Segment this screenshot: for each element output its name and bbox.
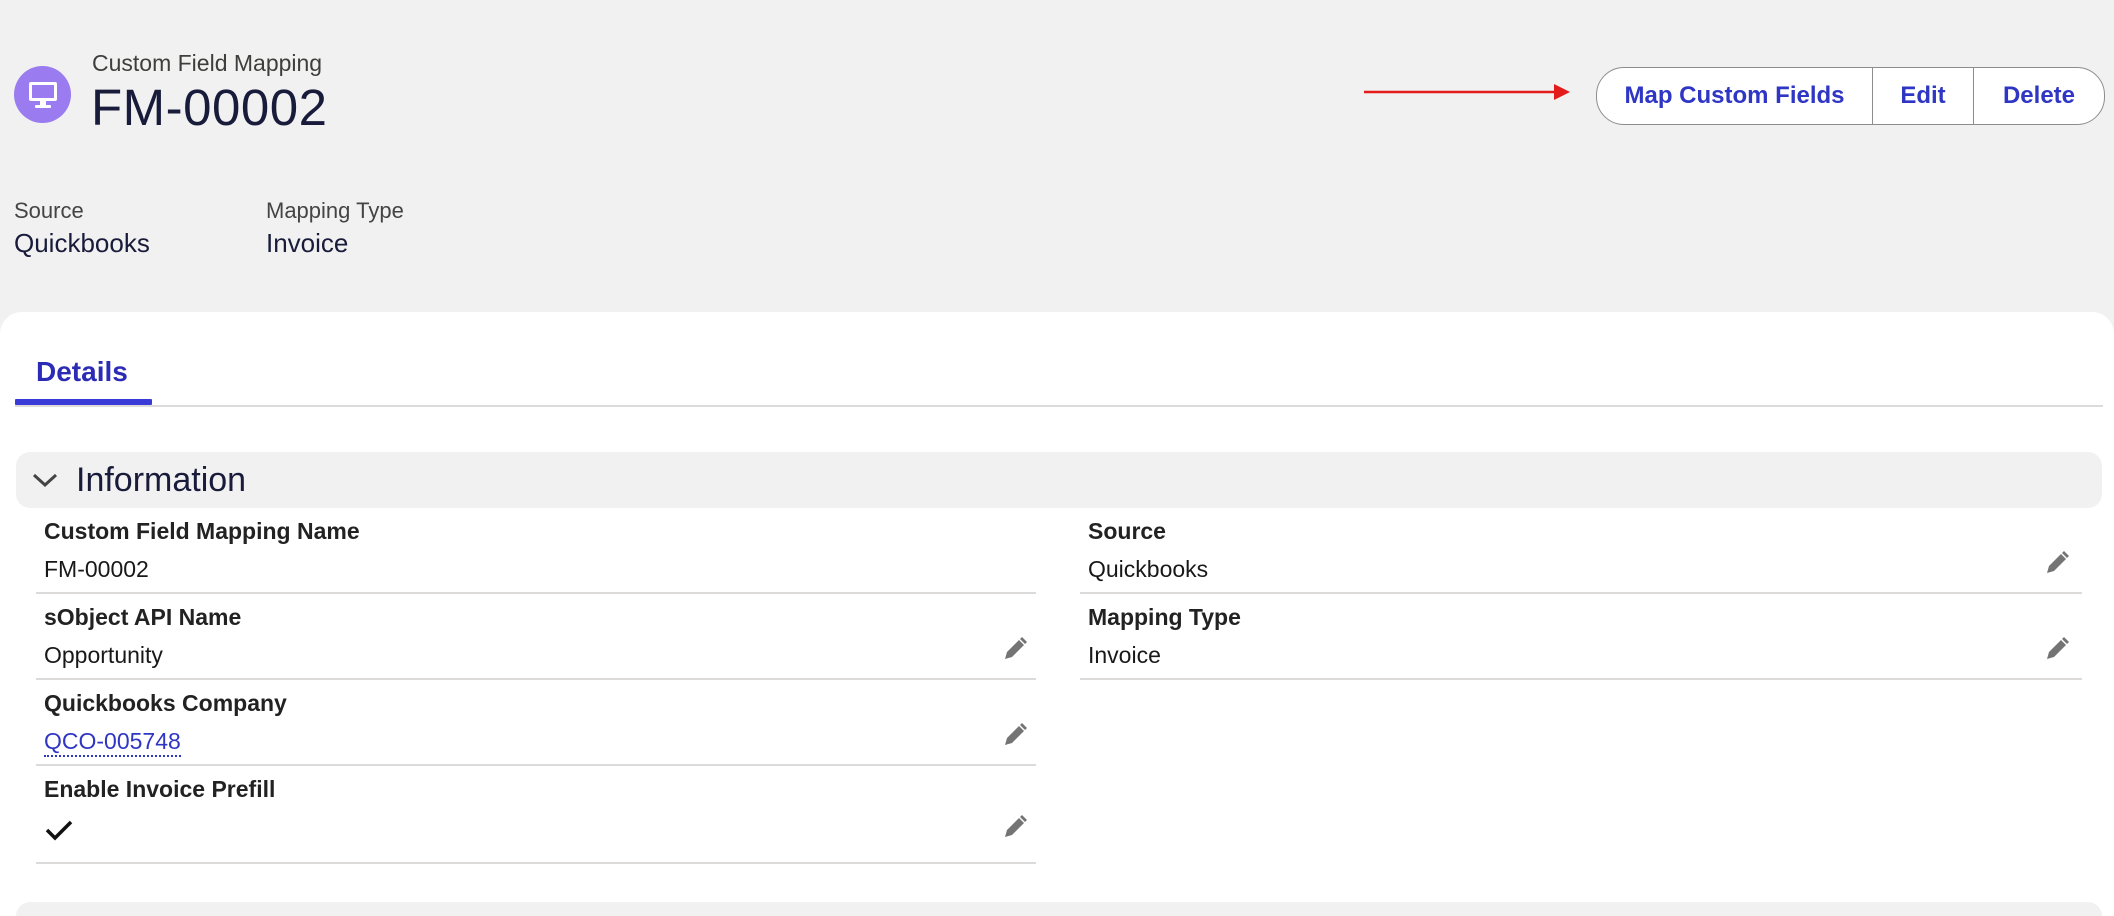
desktop-icon — [14, 66, 71, 123]
quickbooks-company-link[interactable]: QCO-005748 — [44, 728, 181, 757]
tab-divider — [15, 405, 2103, 407]
delete-button[interactable]: Delete — [1974, 68, 2104, 124]
field-value: Invoice — [1088, 642, 1161, 668]
checkmark-icon — [45, 820, 73, 841]
pencil-icon[interactable] — [2044, 550, 2070, 576]
action-button-group: Map Custom Fields Edit Delete — [1596, 67, 2105, 125]
red-arrow-annotation — [1364, 84, 1570, 100]
pencil-icon[interactable] — [1002, 814, 1028, 840]
field-enable-invoice-prefill: Enable Invoice Prefill — [36, 766, 1036, 864]
field-label: Custom Field Mapping Name — [44, 518, 360, 544]
record-page: Custom Field Mapping FM-00002 Map Custom… — [0, 0, 2114, 916]
highlight-source-label: Source — [14, 198, 84, 223]
field-label: Quickbooks Company — [44, 690, 287, 716]
field-value: QCO-005748 — [44, 728, 181, 757]
field-label: Mapping Type — [1088, 604, 1241, 630]
field-sobject-api-name: sObject API Name Opportunity — [36, 594, 1036, 680]
pencil-icon[interactable] — [1002, 722, 1028, 748]
highlight-mapping-type-value: Invoice — [266, 228, 349, 258]
edit-button[interactable]: Edit — [1873, 68, 1974, 124]
field-value: Opportunity — [44, 642, 163, 668]
page-title: FM-00002 — [91, 79, 328, 136]
field-source: Source Quickbooks — [1080, 508, 2082, 594]
section-title: Information — [76, 460, 247, 499]
field-label: Source — [1088, 518, 1166, 544]
field-value: FM-00002 — [44, 556, 149, 582]
field-quickbooks-company: Quickbooks Company QCO-005748 — [36, 680, 1036, 766]
tab-details[interactable]: Details — [36, 356, 128, 388]
pencil-icon[interactable] — [2044, 636, 2070, 662]
field-value: Quickbooks — [1088, 556, 1209, 582]
highlight-mapping-type-label: Mapping Type — [266, 198, 404, 223]
next-section-header[interactable] — [16, 902, 2102, 916]
detail-card: Details Information Custom Field Mapping… — [0, 312, 2114, 916]
chevron-down-icon — [32, 472, 58, 488]
pencil-icon[interactable] — [1002, 636, 1028, 662]
field-label: Enable Invoice Prefill — [44, 776, 276, 802]
field-label: sObject API Name — [44, 604, 242, 630]
highlight-source-value: Quickbooks — [14, 228, 150, 258]
map-custom-fields-button[interactable]: Map Custom Fields — [1597, 68, 1873, 124]
information-section-header[interactable]: Information — [16, 452, 2102, 508]
field-mapping-type: Mapping Type Invoice — [1080, 594, 2082, 680]
object-type-label: Custom Field Mapping — [92, 50, 323, 76]
field-custom-field-mapping-name: Custom Field Mapping Name FM-00002 — [36, 508, 1036, 594]
